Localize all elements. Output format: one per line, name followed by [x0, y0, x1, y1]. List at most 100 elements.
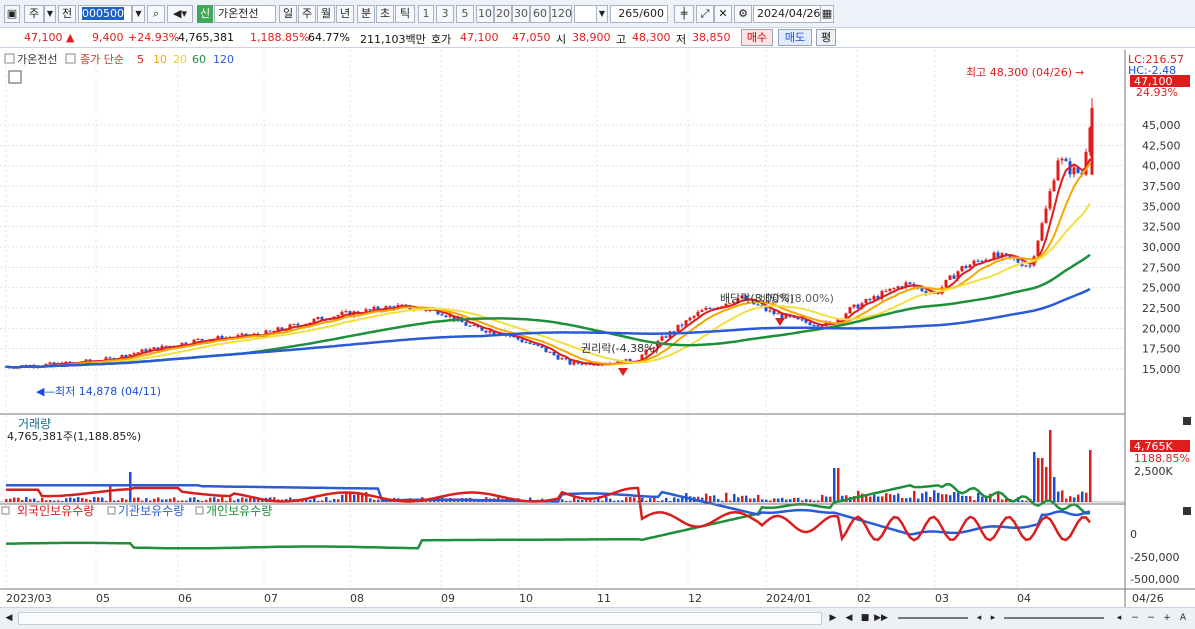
scroll-track[interactable] — [18, 612, 822, 625]
volume-value: 4,765,381 — [178, 31, 234, 44]
volume-bar — [245, 498, 248, 502]
chart-menu-icon[interactable]: ▣ — [4, 5, 20, 23]
chart-scrollbar[interactable]: ◀ ▶ ◀ ■ ▶▶ ◂ ▸ ◂ − − + A — [0, 607, 1195, 629]
high-note: 최고 48,300 (04/26) — [966, 66, 1072, 79]
interval-button-60[interactable]: 60 — [530, 5, 550, 23]
volume-bar — [41, 497, 44, 502]
stock-chart[interactable]: 45,000 42,500 40,000 37,500 35,000 32,500 30,0… — [0, 50, 1195, 607]
period-tab-tick[interactable]: 틱 — [395, 5, 415, 23]
volume-bar — [889, 494, 892, 502]
sell-button[interactable]: 매도 — [778, 29, 812, 46]
period-tab-day[interactable]: 일 — [279, 5, 297, 23]
volume-bar — [1001, 499, 1004, 502]
volume-bar — [1049, 430, 1052, 502]
search-icon[interactable]: ⌕ — [147, 5, 165, 23]
period-tab-year[interactable]: 년 — [336, 5, 354, 23]
volume-bar — [933, 490, 936, 502]
volume-bar — [873, 494, 876, 502]
panel-toggle-icon[interactable] — [4, 53, 15, 64]
prev-button[interactable]: 전 — [58, 5, 76, 23]
stock-name-field[interactable]: 가온전선 — [214, 5, 276, 23]
stock-code-input[interactable]: 000500 — [78, 5, 132, 23]
scroll-right-icon[interactable]: ▶ — [826, 612, 840, 625]
volume-bar — [877, 496, 880, 502]
volume-bar — [737, 497, 740, 502]
range-slider-track[interactable] — [1004, 617, 1104, 619]
volume-bar — [329, 500, 332, 502]
holding-panel-close-icon[interactable] — [1183, 507, 1191, 515]
volume-bar — [165, 499, 168, 502]
candle-body — [340, 312, 344, 316]
chevron-down-icon[interactable]: ▼ — [44, 5, 56, 23]
scroll-left-icon[interactable]: ◀ — [2, 612, 16, 625]
volume-bar — [333, 499, 336, 502]
candle-body — [708, 307, 712, 309]
auto-scale-icon[interactable]: A — [1176, 612, 1190, 625]
zoom-in-icon[interactable]: + — [1160, 612, 1174, 625]
volume-bar — [713, 495, 716, 502]
period-type-select[interactable]: 주 — [24, 5, 44, 23]
period-tab-week[interactable]: 주 — [298, 5, 316, 23]
volume-bar — [1025, 500, 1028, 502]
interval-button-10[interactable]: 10 — [476, 5, 494, 23]
buy-button[interactable]: 매수 — [741, 29, 773, 46]
candle-body — [1028, 265, 1032, 267]
zoom-right-icon[interactable]: ▸ — [986, 612, 1000, 625]
market-badge: 신 — [197, 5, 213, 23]
current-price: 47,100 ▲ — [24, 31, 74, 44]
draw-tool-icon[interactable]: ⤢ — [696, 5, 714, 23]
volume-bar — [897, 493, 900, 502]
eval-button[interactable]: 평 — [816, 29, 836, 46]
candle-body — [960, 266, 964, 272]
stock-code-value: 000500 — [82, 7, 124, 20]
volume-bar — [201, 500, 204, 502]
interval-button-30[interactable]: 30 — [512, 5, 530, 23]
interval-button-3[interactable]: 3 — [436, 5, 454, 23]
zoom-slider-track[interactable] — [898, 617, 968, 619]
volume-bar — [941, 494, 944, 502]
panel-config-icon[interactable] — [65, 53, 76, 64]
candle-body — [472, 324, 476, 326]
grid-toggle-icon[interactable] — [8, 70, 22, 84]
volume-bar — [345, 492, 348, 502]
speaker-icon[interactable]: ◀▾ — [167, 5, 193, 23]
settings-gear-icon[interactable]: ⚙ — [734, 5, 752, 23]
date-input[interactable]: 2024/04/26 — [753, 5, 821, 23]
volume-bar — [317, 500, 320, 502]
period-tab-minute[interactable]: 분 — [357, 5, 375, 23]
volume-panel-close-icon[interactable] — [1183, 417, 1191, 425]
interval-button-20[interactable]: 20 — [494, 5, 512, 23]
volume-bar — [1089, 450, 1092, 502]
high-label: 고 — [616, 33, 627, 46]
period-tab-second[interactable]: 초 — [376, 5, 394, 23]
period-tab-month[interactable]: 월 — [317, 5, 335, 23]
volume-bar — [153, 498, 156, 502]
volume-bar — [105, 500, 108, 502]
interval-button-1[interactable]: 1 — [418, 5, 434, 23]
interval-button-5[interactable]: 5 — [456, 5, 474, 23]
holding-legend-individual: 개인보유수량 — [206, 504, 272, 518]
range-left-icon[interactable]: ◂ — [1112, 612, 1126, 625]
calendar-icon[interactable]: ▦ — [820, 5, 834, 23]
price-y-tick: 45,000 — [1142, 119, 1181, 132]
candle-body — [520, 339, 524, 343]
interval-button-120[interactable]: 120 — [550, 5, 572, 23]
data-count-field[interactable]: 265/600 — [610, 5, 668, 23]
play-forward-icon[interactable]: ▶▶ — [874, 612, 888, 625]
zoom-out-icon[interactable]: − — [1128, 612, 1142, 625]
zoom-out-minus-icon[interactable]: − — [1144, 612, 1158, 625]
zoom-left-icon[interactable]: ◂ — [972, 612, 986, 625]
candle-body — [560, 358, 564, 360]
volume-bar — [141, 500, 144, 502]
stop-icon[interactable]: ■ — [858, 612, 872, 625]
candle-body — [952, 275, 956, 279]
code-dropdown-icon[interactable]: ▼ — [132, 5, 145, 23]
play-back-icon[interactable]: ◀ — [842, 612, 856, 625]
volume-bar — [237, 498, 240, 502]
candle-body — [896, 286, 900, 289]
crosshair-icon[interactable]: ✕ — [714, 5, 732, 23]
candle-icon[interactable]: ╪ — [674, 5, 694, 23]
interval-dropdown-icon[interactable]: ▼ — [596, 5, 608, 23]
candle-body — [152, 347, 156, 349]
legend-ma-120: 120 — [213, 53, 234, 66]
